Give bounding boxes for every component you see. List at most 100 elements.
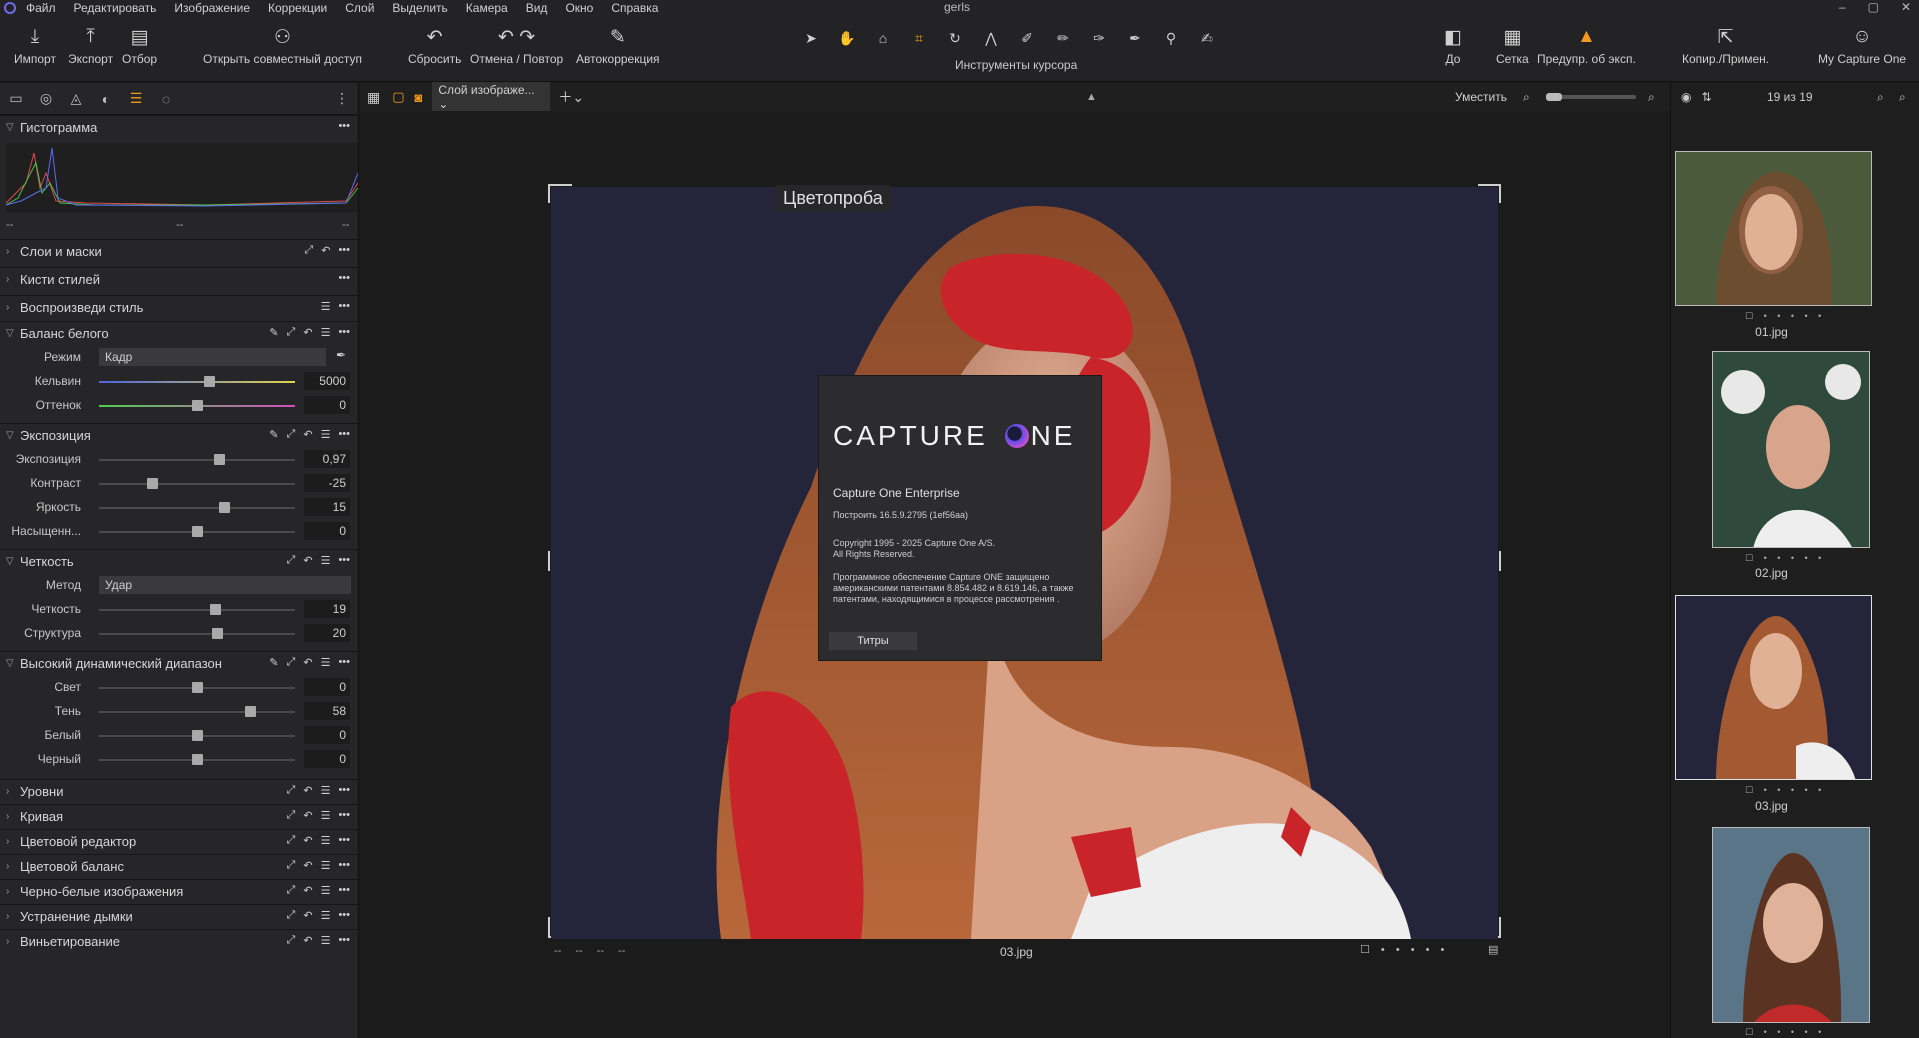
heal-icon[interactable]: ✒ (1121, 28, 1149, 48)
brightness-slider-thumb[interactable] (219, 502, 231, 513)
cull-button[interactable]: ▤ Отбор (122, 24, 157, 67)
more-icon[interactable]: ••• (338, 909, 350, 922)
maximize-icon[interactable]: ▢ (1868, 0, 1879, 14)
picker-icon[interactable]: ✎ (269, 656, 278, 669)
brightness-slider-track[interactable] (99, 507, 295, 509)
more-icon[interactable]: ••• (338, 244, 350, 257)
rating-stars[interactable]: ☐ • • • • • (1745, 553, 1825, 564)
highlight-value[interactable]: 0 (304, 678, 350, 696)
more-icon[interactable]: ••• (338, 656, 350, 669)
grid-view-icon[interactable]: ▦ (367, 89, 380, 106)
undo-redo-button[interactable]: ↶ ↷ Отмена / Повтор (470, 24, 563, 67)
list-icon[interactable]: ☰ (321, 428, 331, 441)
crop-icon[interactable]: ⌗ (905, 28, 933, 48)
clarity-section[interactable]: ▽ Четкость ⤢ ↶ ☰ ••• (0, 549, 358, 573)
vignetting-section[interactable]: › Виньетирование ⤢ ↶ ☰ ••• (0, 929, 358, 953)
add-layer-icon[interactable]: ＋⌄ (558, 87, 584, 107)
multi-view-icon[interactable]: ◙ (415, 90, 423, 105)
list-icon[interactable]: ☰ (321, 326, 331, 339)
reset-icon[interactable]: ↶ (303, 428, 312, 441)
close-icon[interactable]: ✕ (1901, 0, 1911, 14)
saturation-value[interactable]: 0 (304, 522, 350, 540)
import-button[interactable]: ⤓ Импорт (14, 24, 56, 66)
structure-value[interactable]: 20 (304, 624, 350, 642)
color-editor-section[interactable]: › Цветовой редактор ⤢ ↶ ☰ ••• (0, 829, 358, 853)
exposure-slider-thumb[interactable] (213, 454, 225, 465)
shadow-slider-track[interactable] (99, 711, 295, 713)
expand-icon[interactable]: ⤢ (287, 784, 296, 797)
kelvin-value[interactable]: 5000 (304, 372, 350, 390)
menu-view[interactable]: Вид (526, 1, 548, 15)
contrast-value[interactable]: -25 (304, 474, 350, 492)
expand-icon[interactable]: ⤢ (287, 834, 296, 847)
expand-icon[interactable]: ⤢ (287, 554, 296, 567)
eyedropper-icon[interactable]: ✒ (336, 348, 346, 362)
reset-icon[interactable]: ↶ (303, 909, 312, 922)
reset-icon[interactable]: ↶ (303, 834, 312, 847)
menu-help[interactable]: Справка (611, 1, 658, 15)
search-icon[interactable]: ⌕ (1877, 90, 1884, 105)
more-icon[interactable]: ••• (338, 326, 350, 339)
structure-slider-thumb[interactable] (211, 628, 223, 639)
zoom-slider[interactable] (1546, 93, 1636, 101)
clarity-method-select[interactable]: Удар (99, 576, 351, 594)
exposure-value[interactable]: 0,97 (304, 450, 350, 468)
list-icon[interactable]: ☰ (321, 784, 331, 797)
reset-icon[interactable]: ↶ (303, 656, 312, 669)
more-icon[interactable]: ••• (338, 554, 350, 567)
zoom-out-icon[interactable]: ⌕ (1523, 90, 1530, 105)
single-view-icon[interactable]: ▢ (392, 89, 404, 105)
credits-button[interactable]: Титры (829, 632, 917, 650)
reset-icon[interactable]: ↶ (303, 859, 312, 872)
rating-stars[interactable]: ☐ • • • • • (1360, 943, 1448, 956)
color-balance-section[interactable]: › Цветовой баланс ⤢ ↶ ☰ ••• (0, 854, 358, 878)
color-tag-icon[interactable]: ▤ (1488, 943, 1498, 956)
rating-stars[interactable]: ☐ • • • • • (1745, 785, 1825, 796)
eye-icon[interactable]: ◉ (1681, 90, 1691, 104)
structure-slider-track[interactable] (99, 633, 295, 635)
clarity-slider-track[interactable] (99, 609, 295, 611)
annotate-icon[interactable]: ✍ (1193, 28, 1221, 48)
exposure-tab-icon[interactable]: ☰ (126, 89, 146, 109)
contrast-slider-thumb[interactable] (146, 478, 158, 489)
layer-select[interactable]: Слой изображе... ⌄ (432, 82, 551, 112)
list-icon[interactable]: ☰ (321, 809, 331, 822)
copy-apply-button[interactable]: ⇱ Копир./Примен. (1682, 24, 1769, 67)
tint-value[interactable]: 0 (304, 396, 350, 414)
lens-tab-icon[interactable]: ◬ (66, 89, 86, 109)
style-brushes-section[interactable]: › Кисти стилей ••• (0, 267, 358, 291)
reset-icon[interactable]: ↶ (321, 244, 330, 257)
reset-icon[interactable]: ↶ (303, 554, 312, 567)
menu-camera[interactable]: Камера (466, 1, 508, 15)
levels-section[interactable]: › Уровни ⤢ ↶ ☰ ••• (0, 779, 358, 803)
list-icon[interactable]: ☰ (321, 909, 331, 922)
black-white-section[interactable]: › Черно-белые изображения ⤢ ↶ ☰ ••• (0, 879, 358, 903)
gradient-icon[interactable]: ✑ (1085, 28, 1113, 48)
reset-icon[interactable]: ↶ (303, 884, 312, 897)
share-button[interactable]: ⚇ Открыть совместный доступ (203, 24, 362, 67)
clarity-value[interactable]: 19 (304, 600, 350, 618)
reproduce-style-section[interactable]: › Воспроизведи стиль ☰ ••• (0, 295, 358, 319)
picker-icon[interactable]: ✎ (269, 428, 278, 441)
zoom-in-icon[interactable]: ⌕ (1648, 90, 1655, 105)
expand-icon[interactable]: ⤢ (304, 244, 313, 257)
list-icon[interactable]: ☰ (321, 884, 331, 897)
list-icon[interactable]: ☰ (321, 656, 331, 669)
more-icon[interactable]: ••• (338, 809, 350, 822)
shadow-value[interactable]: 58 (304, 702, 350, 720)
hdr-section[interactable]: ▽ Высокий динамический диапазон ✎ ⤢ ↶ ☰ ••• (0, 651, 358, 675)
menu-file[interactable]: Файл (26, 1, 56, 15)
more-icon[interactable]: ••• (338, 300, 350, 313)
exposure-section[interactable]: ▽ Экспозиция ✎ ⤢ ↶ ☰ ••• (0, 423, 358, 447)
white-slider-thumb[interactable] (192, 730, 203, 741)
reset-icon[interactable]: ↶ (303, 784, 312, 797)
saturation-slider-thumb[interactable] (192, 526, 203, 537)
kelvin-slider-thumb[interactable] (203, 376, 215, 387)
picker-icon[interactable]: ⚲ (1157, 28, 1185, 48)
highlight-slider-thumb[interactable] (192, 682, 203, 693)
curve-section[interactable]: › Кривая ⤢ ↶ ☰ ••• (0, 804, 358, 828)
expand-icon[interactable]: ⤢ (287, 326, 296, 339)
brightness-value[interactable]: 15 (304, 498, 350, 516)
menu-edit[interactable]: Редактировать (74, 1, 157, 15)
reset-icon[interactable]: ↶ (303, 326, 312, 339)
